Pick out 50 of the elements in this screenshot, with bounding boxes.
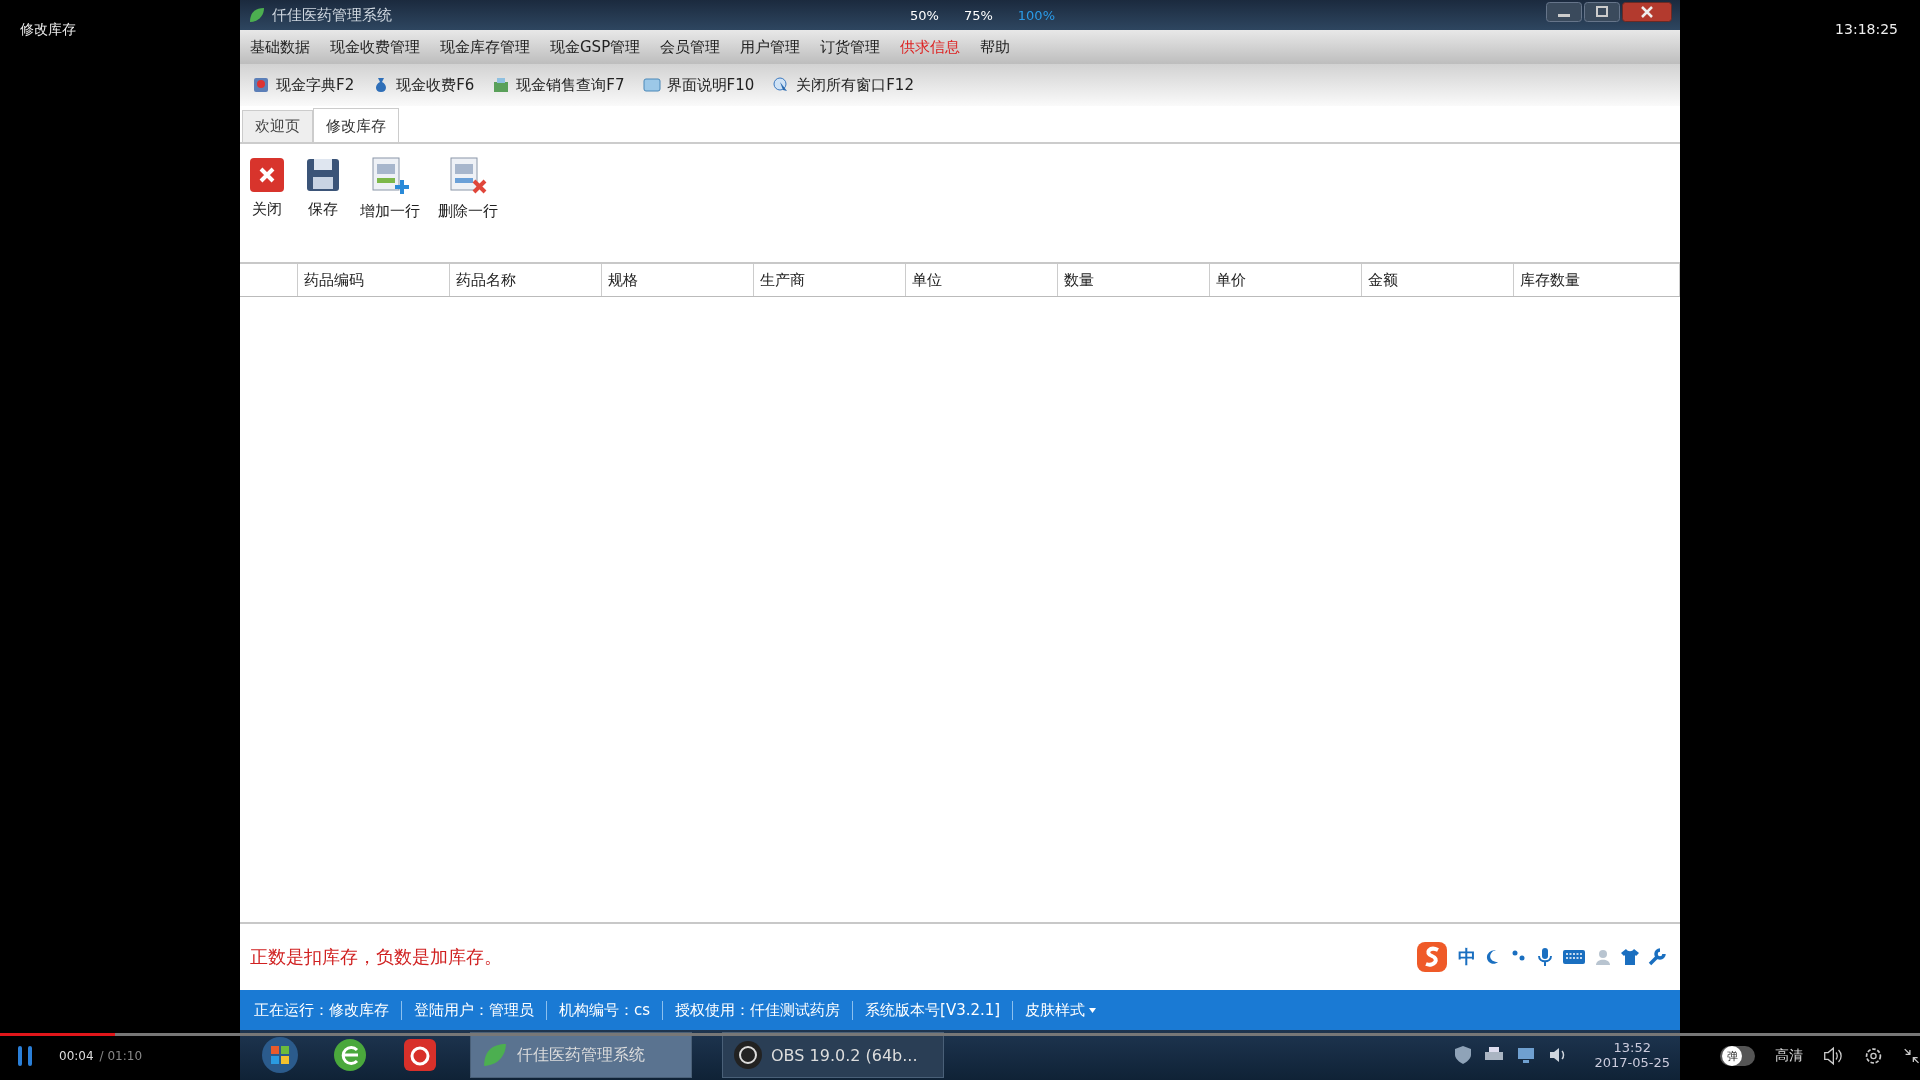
status-text: 正在运行：修改库存: [242, 1000, 402, 1020]
hint-text: 正数是扣库存，负数是加库存。: [250, 945, 502, 969]
status-text: 机构编号：cs: [547, 1000, 664, 1020]
taskbar-window-button[interactable]: OBS 19.0.2 (64b...: [722, 1032, 944, 1078]
menu-item[interactable]: 基础数据: [250, 37, 310, 57]
column-header[interactable]: 药品名称: [450, 264, 602, 296]
column-header[interactable]: 生产商: [754, 264, 906, 296]
toolbar-button[interactable]: 现金字典F2: [252, 75, 355, 95]
menu-item[interactable]: 用户管理: [740, 37, 801, 57]
menu-item[interactable]: 订货管理: [820, 37, 881, 57]
action-button[interactable]: 删除一行: [438, 156, 498, 228]
column-header[interactable]: 规格: [602, 264, 754, 296]
menu-item[interactable]: 现金收费管理: [330, 37, 420, 57]
tab[interactable]: 欢迎页: [242, 110, 313, 142]
toolbar-button[interactable]: 界面说明F10: [642, 75, 755, 95]
toolbar-button[interactable]: 现金收费F6: [372, 75, 475, 95]
menu-item[interactable]: 帮助: [980, 37, 1011, 57]
status-text: 授权使用：仟佳测试药房: [663, 1000, 854, 1020]
video-title: 修改库存: [20, 21, 76, 39]
taskbar-time: 13:52: [1613, 1040, 1651, 1055]
menu-item[interactable]: 现金库存管理: [440, 37, 530, 57]
taskbar-date: 2017-05-25: [1594, 1055, 1670, 1070]
menu-item[interactable]: 会员管理: [660, 37, 721, 57]
menu-item[interactable]: 现金GSP管理: [550, 37, 641, 57]
total-duration: / 01:10: [99, 1049, 143, 1063]
status-text: 登陆用户：管理员: [402, 1000, 547, 1020]
tab[interactable]: 修改库存: [313, 108, 399, 142]
action-button[interactable]: 增加一行: [360, 156, 420, 228]
zoom-option[interactable]: 75%: [963, 8, 993, 23]
zoom-option[interactable]: 100%: [1017, 8, 1055, 23]
taskbar-window-button[interactable]: 仟佳医药管理系统: [470, 1032, 692, 1078]
column-header[interactable]: 单价: [1210, 264, 1362, 296]
quality-button[interactable]: 高清: [1775, 1047, 1804, 1065]
status-text: 系统版本号[V3.2.1]: [853, 1000, 1014, 1020]
column-header[interactable]: 单位: [906, 264, 1058, 296]
action-button[interactable]: 保存: [304, 156, 342, 228]
column-header[interactable]: 数量: [1058, 264, 1210, 296]
column-header[interactable]: 药品编码: [298, 264, 450, 296]
column-header[interactable]: 库存数量: [1514, 264, 1680, 296]
danmaku-toggle[interactable]: 弹: [1720, 1046, 1756, 1066]
toolbar-button[interactable]: 关闭所有窗口F12: [772, 75, 914, 95]
zoom-option[interactable]: 50%: [910, 8, 939, 23]
column-header[interactable]: 金额: [1362, 264, 1514, 296]
action-button[interactable]: 关闭: [248, 156, 286, 228]
elapsed-time: 00:04: [59, 1049, 94, 1063]
window-title: 仟佳医药管理系统: [272, 5, 392, 25]
toolbar-button[interactable]: 现金销售查询F7: [492, 75, 625, 95]
skin-dropdown[interactable]: 皮肤样式: [1013, 1000, 1109, 1020]
clock-text: 13:18:25: [1835, 21, 1898, 37]
input-mode[interactable]: 中: [1458, 945, 1476, 969]
